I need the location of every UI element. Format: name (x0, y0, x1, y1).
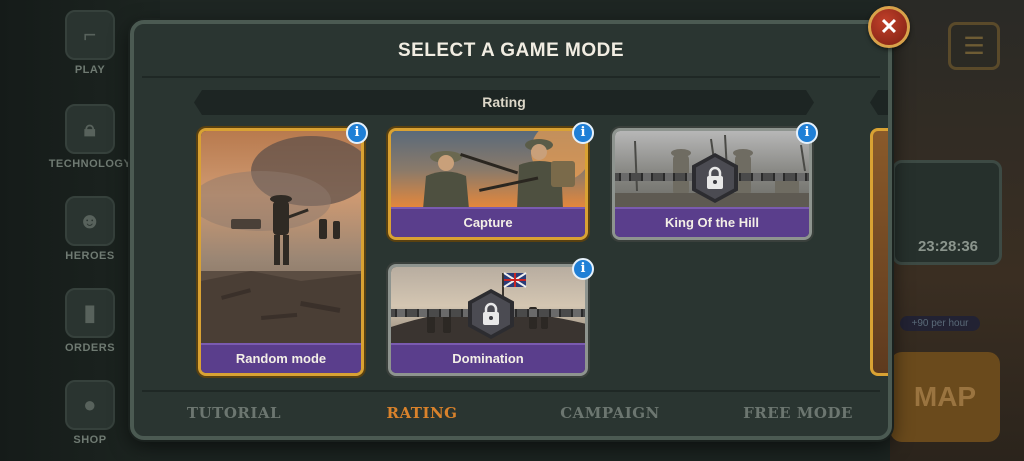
section-header-next (870, 90, 888, 115)
nav-label: HEROES (65, 250, 115, 262)
info-icon[interactable]: i (346, 122, 368, 144)
tab-rating[interactable]: RATING (342, 404, 502, 422)
nav-shop[interactable]: ● SHOP (40, 380, 140, 446)
mode-label: Capture (391, 207, 585, 237)
tab-campaign[interactable]: CAMPAIGN (530, 404, 690, 422)
close-icon: ✕ (879, 14, 899, 39)
mode-card-next[interactable] (870, 128, 888, 376)
tab-free-mode[interactable]: FREE MODE (718, 404, 878, 422)
top-bar (160, 0, 880, 22)
divider (142, 76, 880, 78)
random-mode-art (201, 131, 361, 345)
nav-technology[interactable]: 🔒︎ TECHNOLOGY (40, 104, 140, 170)
close-button[interactable]: ✕ (868, 6, 910, 48)
mode-label: Domination (391, 343, 585, 373)
info-icon[interactable]: i (572, 122, 594, 144)
map-button[interactable]: MAP (890, 352, 1000, 442)
nav-label: SHOP (73, 434, 107, 446)
coins-icon: ● (65, 380, 115, 430)
hamburger-icon: ☰ (963, 32, 985, 60)
info-icon[interactable]: i (796, 122, 818, 144)
mode-card-random[interactable]: Random mode (198, 128, 364, 376)
section-header: Rating (194, 90, 814, 115)
menu-button[interactable]: ☰ (948, 22, 1000, 70)
mode-card-domination[interactable]: Domination (388, 264, 588, 376)
nav-heroes[interactable]: ☻ HEROES (40, 196, 140, 262)
nav-label: PLAY (74, 64, 106, 76)
mode-card-capture[interactable]: Capture (388, 128, 588, 240)
nav-label: ORDERS (64, 342, 116, 354)
capture-mode-art (391, 131, 585, 209)
mode-label: Random mode (201, 343, 361, 373)
nav-play[interactable]: ⌐ PLAY (40, 10, 140, 76)
nav-orders[interactable]: ▮ ORDERS (40, 288, 140, 354)
income-hint: +90 per hour (900, 316, 980, 331)
cards-icon: ▮ (65, 288, 115, 338)
divider (142, 390, 880, 392)
mode-card-king-of-the-hill[interactable]: King Of the Hill (612, 128, 812, 240)
gun-icon: ⌐ (65, 10, 115, 60)
mode-label: King Of the Hill (615, 207, 809, 237)
game-mode-modal: SELECT A GAME MODE Rating Random mode i … (130, 20, 892, 440)
modal-title: SELECT A GAME MODE (397, 40, 625, 61)
soldier-icon: ☻ (65, 196, 115, 246)
info-icon[interactable]: i (572, 258, 594, 280)
lock-icon: 🔒︎ (65, 104, 115, 154)
event-timer: 23:28:36 (917, 238, 979, 255)
tab-tutorial[interactable]: TUTORIAL (154, 404, 314, 422)
nav-label: TECHNOLOGY (48, 158, 132, 170)
